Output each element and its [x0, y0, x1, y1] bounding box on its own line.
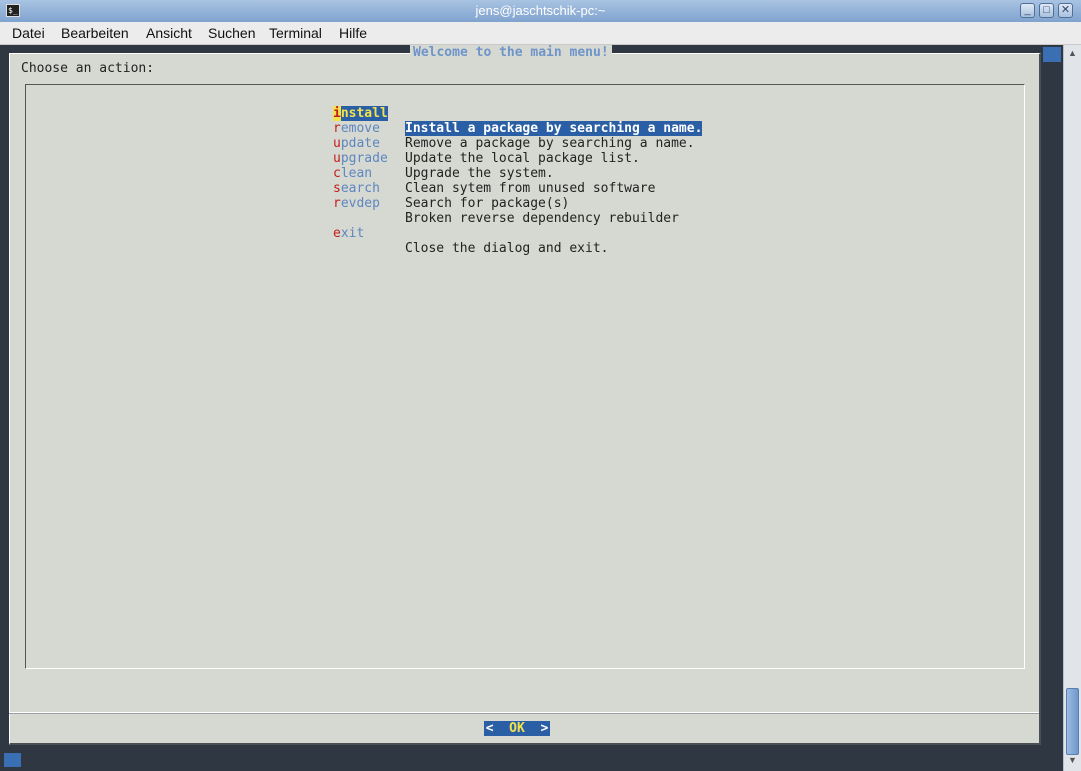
dialog-title: Welcome to the main menu!: [410, 45, 612, 60]
menu-item-desc: Install a package by searching a name.: [405, 121, 703, 136]
scroll-down-icon[interactable]: ▼: [1066, 754, 1079, 767]
menu-item-desc: Upgrade the system.: [405, 166, 554, 181]
menu-item-search[interactable]: search Search for package(s): [333, 166, 569, 211]
hotkey-letter: r: [333, 196, 341, 211]
menu-datei[interactable]: Datei: [12, 25, 45, 41]
menu-item-revdep[interactable]: revdep Broken reverse dependency rebuild…: [333, 181, 679, 226]
menu-item-update[interactable]: update Update the local package list.: [333, 121, 640, 166]
dialog-prompt: Choose an action:: [21, 61, 155, 76]
menu-item-desc: Clean sytem from unused software: [405, 181, 656, 196]
scroll-thumb[interactable]: [1066, 688, 1079, 755]
ok-label: OK: [509, 721, 525, 736]
hotkey-letter: e: [333, 226, 341, 241]
menu-item-install[interactable]: install Install a package by searching a…: [333, 91, 703, 136]
menu-ansicht[interactable]: Ansicht: [146, 25, 192, 41]
window-title: jens@jaschtschik-pc:~: [475, 3, 606, 18]
menu-item-tag: revdep: [333, 196, 380, 211]
tag-rest: xit: [340, 226, 365, 241]
menu-suchen[interactable]: Suchen: [208, 25, 255, 41]
maximize-button[interactable]: □: [1039, 3, 1054, 18]
minimize-button[interactable]: _: [1020, 3, 1035, 18]
terminal-cursor-strip: [4, 753, 21, 767]
title-bar: $_ jens@jaschtschik-pc:~ _ □ ✕: [0, 0, 1081, 23]
menu-item-remove[interactable]: remove Remove a package by searching a n…: [333, 106, 695, 151]
menu-item-desc: Broken reverse dependency rebuilder: [405, 211, 679, 226]
menu-bar: Datei Bearbeiten Ansicht Suchen Terminal…: [0, 22, 1081, 45]
dialog-separator: [9, 712, 1039, 714]
ok-right-bracket: >: [524, 721, 549, 736]
menu-bearbeiten[interactable]: Bearbeiten: [61, 25, 129, 41]
menu-hilfe[interactable]: Hilfe: [339, 25, 367, 41]
menu-item-exit[interactable]: exit Close the dialog and exit.: [333, 211, 609, 256]
scrollbar[interactable]: ▲ ▼: [1063, 45, 1081, 771]
ok-button[interactable]: < OK >: [484, 721, 550, 736]
close-button[interactable]: ✕: [1058, 3, 1073, 18]
tag-rest: evdep: [340, 196, 380, 211]
ok-left-bracket: <: [485, 721, 510, 736]
scroll-up-icon[interactable]: ▲: [1066, 47, 1079, 60]
menu-item-desc: Remove a package by searching a name.: [405, 136, 695, 151]
menu-item-tag: exit: [333, 226, 364, 241]
menu-item-desc: Update the local package list.: [405, 151, 640, 166]
menu-item-clean[interactable]: clean Clean sytem from unused software: [333, 151, 655, 196]
terminal-strip: [1043, 47, 1061, 62]
menu-item-upgrade[interactable]: upgrade Upgrade the system.: [333, 136, 554, 181]
menu-terminal[interactable]: Terminal: [269, 25, 322, 41]
menu-item-desc: Close the dialog and exit.: [405, 241, 609, 256]
menu-item-desc: Search for package(s): [405, 196, 570, 211]
